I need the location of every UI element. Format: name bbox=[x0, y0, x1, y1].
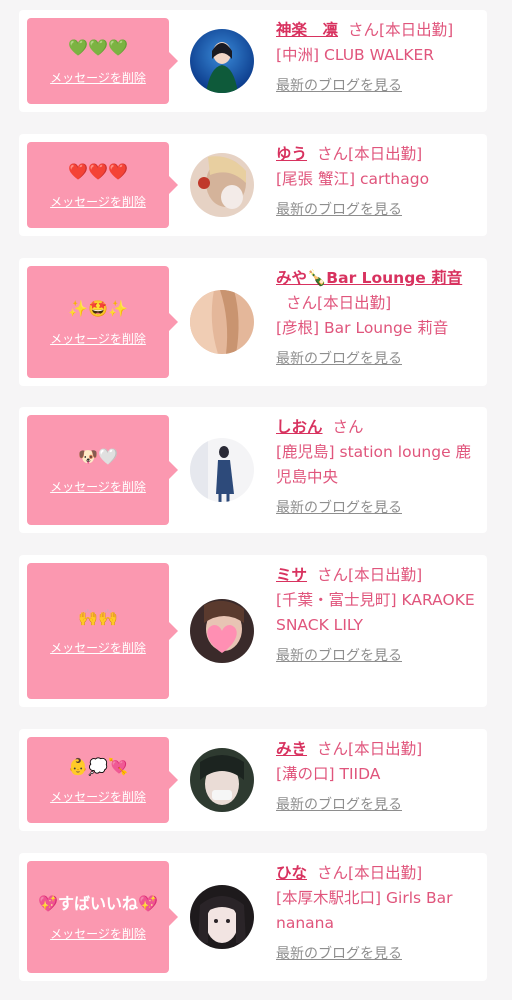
honorific: さん bbox=[317, 740, 349, 758]
cast-name-link[interactable]: ミサ bbox=[276, 566, 307, 584]
message-bubble: 🙌🙌 メッセージを削除 bbox=[27, 563, 178, 699]
avatar-photo bbox=[190, 153, 254, 217]
cast-info: ゆう さん[本日出勤] [尾張 蟹江] carthago 最新のブログを見る bbox=[276, 142, 476, 220]
shop-name: [鹿児島] station lounge 鹿児島中央 bbox=[276, 443, 472, 486]
latest-blog-link[interactable]: 最新のブログを見る bbox=[276, 646, 476, 666]
message-bubble: 💚💚💚 メッセージを削除 bbox=[27, 18, 178, 104]
cast-name-link[interactable]: みき bbox=[276, 740, 307, 758]
honorific: さん bbox=[317, 864, 349, 882]
status-label: [本日出勤] bbox=[348, 145, 423, 163]
message-card: 🙌🙌 メッセージを削除 ミサ さん[本日出勤] [千葉・富士見町] KARAOKE… bbox=[19, 555, 487, 707]
message-bubble: ❤️❤️❤️ メッセージを削除 bbox=[27, 142, 178, 228]
message-text: ✨🤩✨ bbox=[68, 298, 128, 318]
message-text: 💚💚💚 bbox=[68, 37, 128, 57]
message-bubble: 🐶🤍 メッセージを削除 bbox=[27, 415, 178, 525]
cast-name-link[interactable]: ひな bbox=[276, 864, 307, 882]
avatar[interactable] bbox=[190, 153, 254, 217]
honorific: さん bbox=[348, 21, 380, 39]
delete-message-link[interactable]: メッセージを削除 bbox=[50, 69, 146, 86]
delete-message-link[interactable]: メッセージを削除 bbox=[50, 925, 146, 942]
avatar[interactable] bbox=[190, 599, 254, 663]
latest-blog-link[interactable]: 最新のブログを見る bbox=[276, 498, 476, 518]
message-bubble: 💖すばいいね💖 メッセージを削除 bbox=[27, 861, 178, 973]
shop-name: [溝の口] TIIDA bbox=[276, 765, 381, 783]
message-bubble: ✨🤩✨ メッセージを削除 bbox=[27, 266, 178, 378]
cast-info: 神楽 凛さん[本日出勤] [中洲] CLUB WALKER 最新のブログを見る bbox=[276, 18, 476, 96]
delete-message-link[interactable]: メッセージを削除 bbox=[50, 193, 146, 210]
message-card: ✨🤩✨ メッセージを削除 みや🍾Bar Lounge 莉音さん[本日出勤] [彦… bbox=[19, 258, 487, 386]
cast-info: みき さん[本日出勤] [溝の口] TIIDA 最新のブログを見る bbox=[276, 737, 476, 815]
avatar-photo bbox=[190, 290, 254, 354]
message-text: 🙌🙌 bbox=[78, 607, 118, 627]
status-label: [本日出勤] bbox=[348, 864, 423, 882]
message-text: 💖すばいいね💖 bbox=[38, 893, 158, 913]
delete-message-link[interactable]: メッセージを削除 bbox=[50, 788, 146, 805]
honorific: さん bbox=[332, 418, 364, 436]
message-bubble: 👶💭💘 メッセージを削除 bbox=[27, 737, 178, 823]
latest-blog-link[interactable]: 最新のブログを見る bbox=[276, 944, 476, 964]
message-card: 💖すばいいね💖 メッセージを削除 ひな さん[本日出勤] [本厚木駅北口] Gir… bbox=[19, 853, 487, 981]
message-text: ❤️❤️❤️ bbox=[68, 161, 128, 181]
cast-info: ひな さん[本日出勤] [本厚木駅北口] Girls Bar nanana 最新の… bbox=[276, 861, 476, 964]
avatar-photo bbox=[190, 885, 254, 949]
avatar[interactable] bbox=[190, 29, 254, 93]
cast-name-link[interactable]: 神楽 凛 bbox=[276, 21, 338, 39]
status-label: [本日出勤] bbox=[348, 740, 423, 758]
honorific: さん bbox=[317, 145, 349, 163]
avatar[interactable] bbox=[190, 885, 254, 949]
avatar-photo bbox=[190, 748, 254, 812]
avatar-photo bbox=[190, 438, 254, 502]
cast-info: しおん さん [鹿児島] station lounge 鹿児島中央 最新のブログを… bbox=[276, 415, 476, 518]
avatar-photo bbox=[190, 29, 254, 93]
cast-name-link[interactable]: しおん bbox=[276, 418, 323, 436]
message-card: 🐶🤍 メッセージを削除 しおん さん [鹿児島] station lounge 鹿… bbox=[19, 407, 487, 533]
cast-info: ミサ さん[本日出勤] [千葉・富士見町] KARAOKE SNACK LILY … bbox=[276, 563, 476, 666]
shop-name: [尾張 蟹江] carthago bbox=[276, 170, 430, 188]
honorific: さん bbox=[317, 566, 349, 584]
latest-blog-link[interactable]: 最新のブログを見る bbox=[276, 349, 476, 369]
delete-message-link[interactable]: メッセージを削除 bbox=[50, 639, 146, 656]
shop-name: [中洲] CLUB WALKER bbox=[276, 46, 435, 64]
shop-name: [彦根] Bar Lounge 莉音 bbox=[276, 319, 449, 337]
cast-name-link[interactable]: ゆう bbox=[276, 145, 307, 163]
delete-message-link[interactable]: メッセージを削除 bbox=[50, 478, 146, 495]
latest-blog-link[interactable]: 最新のブログを見る bbox=[276, 795, 476, 815]
cast-info: みや🍾Bar Lounge 莉音さん[本日出勤] [彦根] Bar Lounge… bbox=[276, 266, 476, 369]
latest-blog-link[interactable]: 最新のブログを見る bbox=[276, 200, 476, 220]
status-label: [本日出勤] bbox=[317, 294, 392, 312]
avatar[interactable] bbox=[190, 438, 254, 502]
honorific: さん bbox=[286, 294, 318, 312]
avatar-photo bbox=[190, 599, 254, 663]
shop-name: [本厚木駅北口] Girls Bar nanana bbox=[276, 889, 453, 932]
delete-message-link[interactable]: メッセージを削除 bbox=[50, 330, 146, 347]
avatar[interactable] bbox=[190, 290, 254, 354]
message-card: 👶💭💘 メッセージを削除 みき さん[本日出勤] [溝の口] TIIDA 最新のブ… bbox=[19, 729, 487, 831]
avatar[interactable] bbox=[190, 748, 254, 812]
latest-blog-link[interactable]: 最新のブログを見る bbox=[276, 76, 476, 96]
shop-name: [千葉・富士見町] KARAOKE SNACK LILY bbox=[276, 591, 475, 634]
cast-name-link[interactable]: みや🍾Bar Lounge 莉音 bbox=[276, 269, 462, 287]
message-text: 🐶🤍 bbox=[78, 446, 118, 466]
status-label: [本日出勤] bbox=[348, 566, 423, 584]
message-card: ❤️❤️❤️ メッセージを削除 ゆう さん[本日出勤] [尾張 蟹江] carth… bbox=[19, 134, 487, 236]
message-text: 👶💭💘 bbox=[68, 756, 128, 776]
message-card: 💚💚💚 メッセージを削除 神楽 凛さん[本日出勤] [中洲] CLUB WALK… bbox=[19, 10, 487, 112]
status-label: [本日出勤] bbox=[379, 21, 454, 39]
